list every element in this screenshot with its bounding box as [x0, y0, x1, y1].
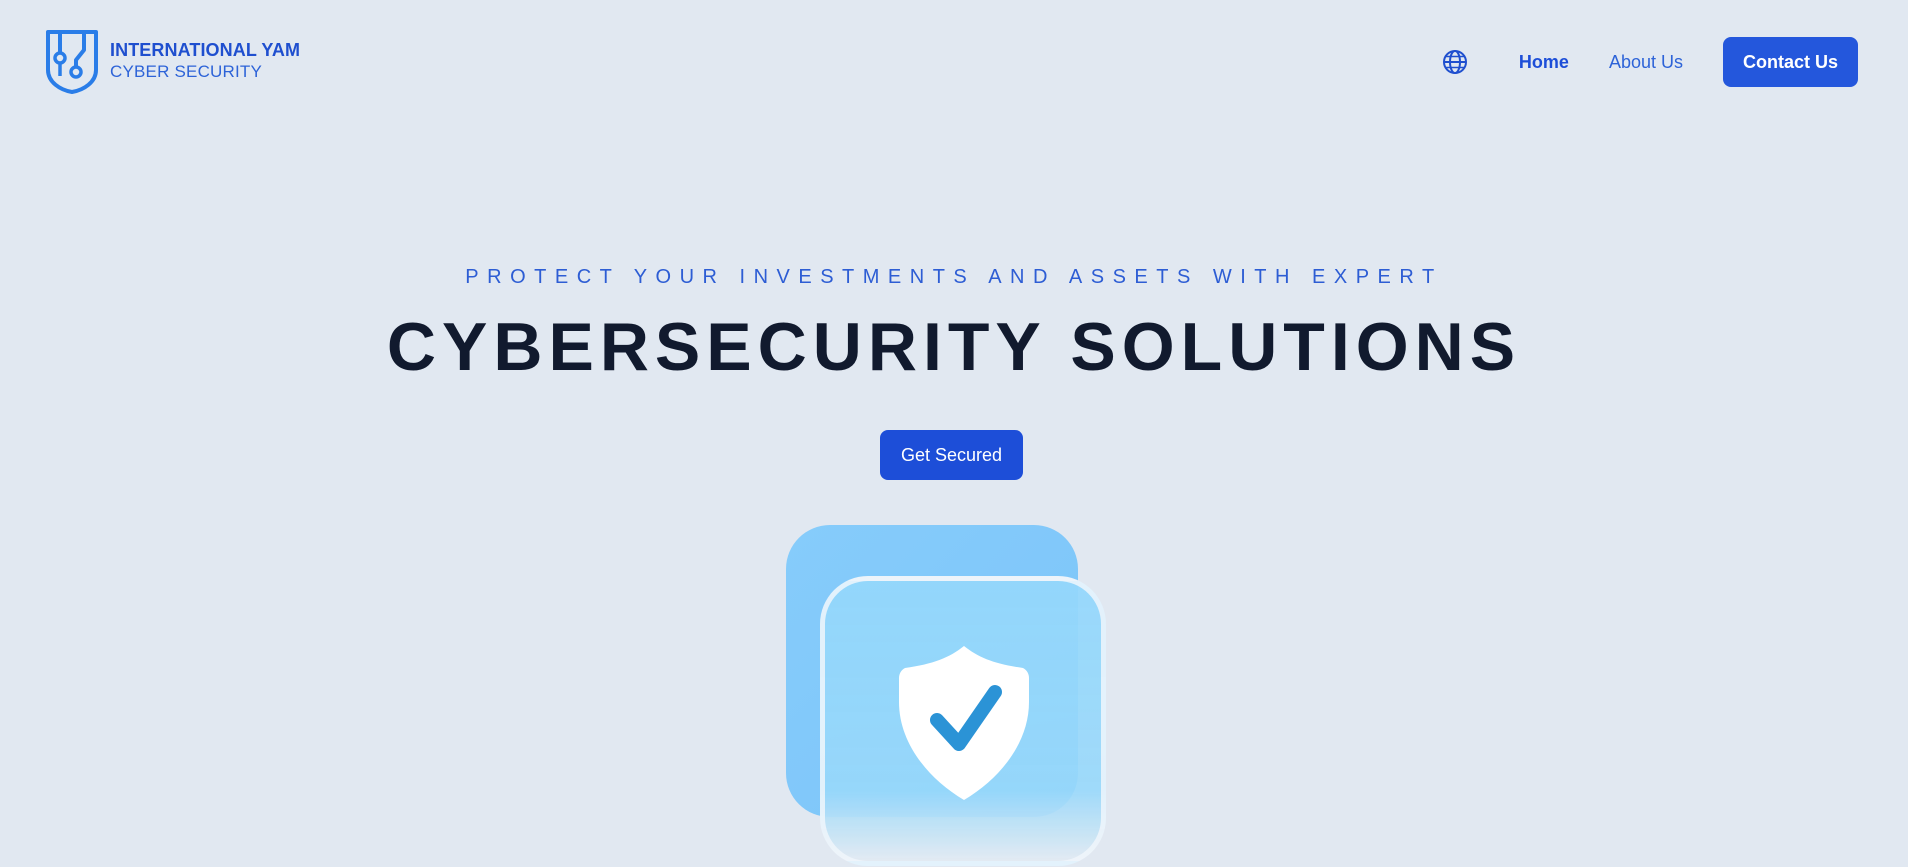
globe-icon[interactable] — [1441, 48, 1469, 76]
get-secured-button[interactable]: Get Secured — [880, 430, 1023, 480]
brand-tagline: CYBER SECURITY — [110, 62, 263, 81]
brand-logo[interactable]: INTERNATIONAL YAM CYBER SECURITY — [44, 28, 300, 94]
hero-eyebrow: PROTECT YOUR INVESTMENTS AND ASSETS WITH… — [465, 266, 1443, 288]
hero-title: CYBERSECURITY SOLUTIONS — [386, 309, 1522, 385]
main-nav: Home About Us Contact Us — [1441, 37, 1858, 87]
brand-text: INTERNATIONAL YAM CYBER SECURITY — [110, 39, 300, 83]
shield-circuit-logo-icon — [46, 30, 98, 94]
nav-link-home[interactable]: Home — [1519, 52, 1569, 73]
brand-name: INTERNATIONAL YAM — [110, 40, 301, 60]
site-header: INTERNATIONAL YAM CYBER SECURITY Home Ab… — [0, 0, 1908, 122]
contact-us-button[interactable]: Contact Us — [1722, 37, 1858, 87]
shield-check-icon — [899, 646, 1029, 800]
nav-link-about[interactable]: About Us — [1609, 52, 1683, 73]
